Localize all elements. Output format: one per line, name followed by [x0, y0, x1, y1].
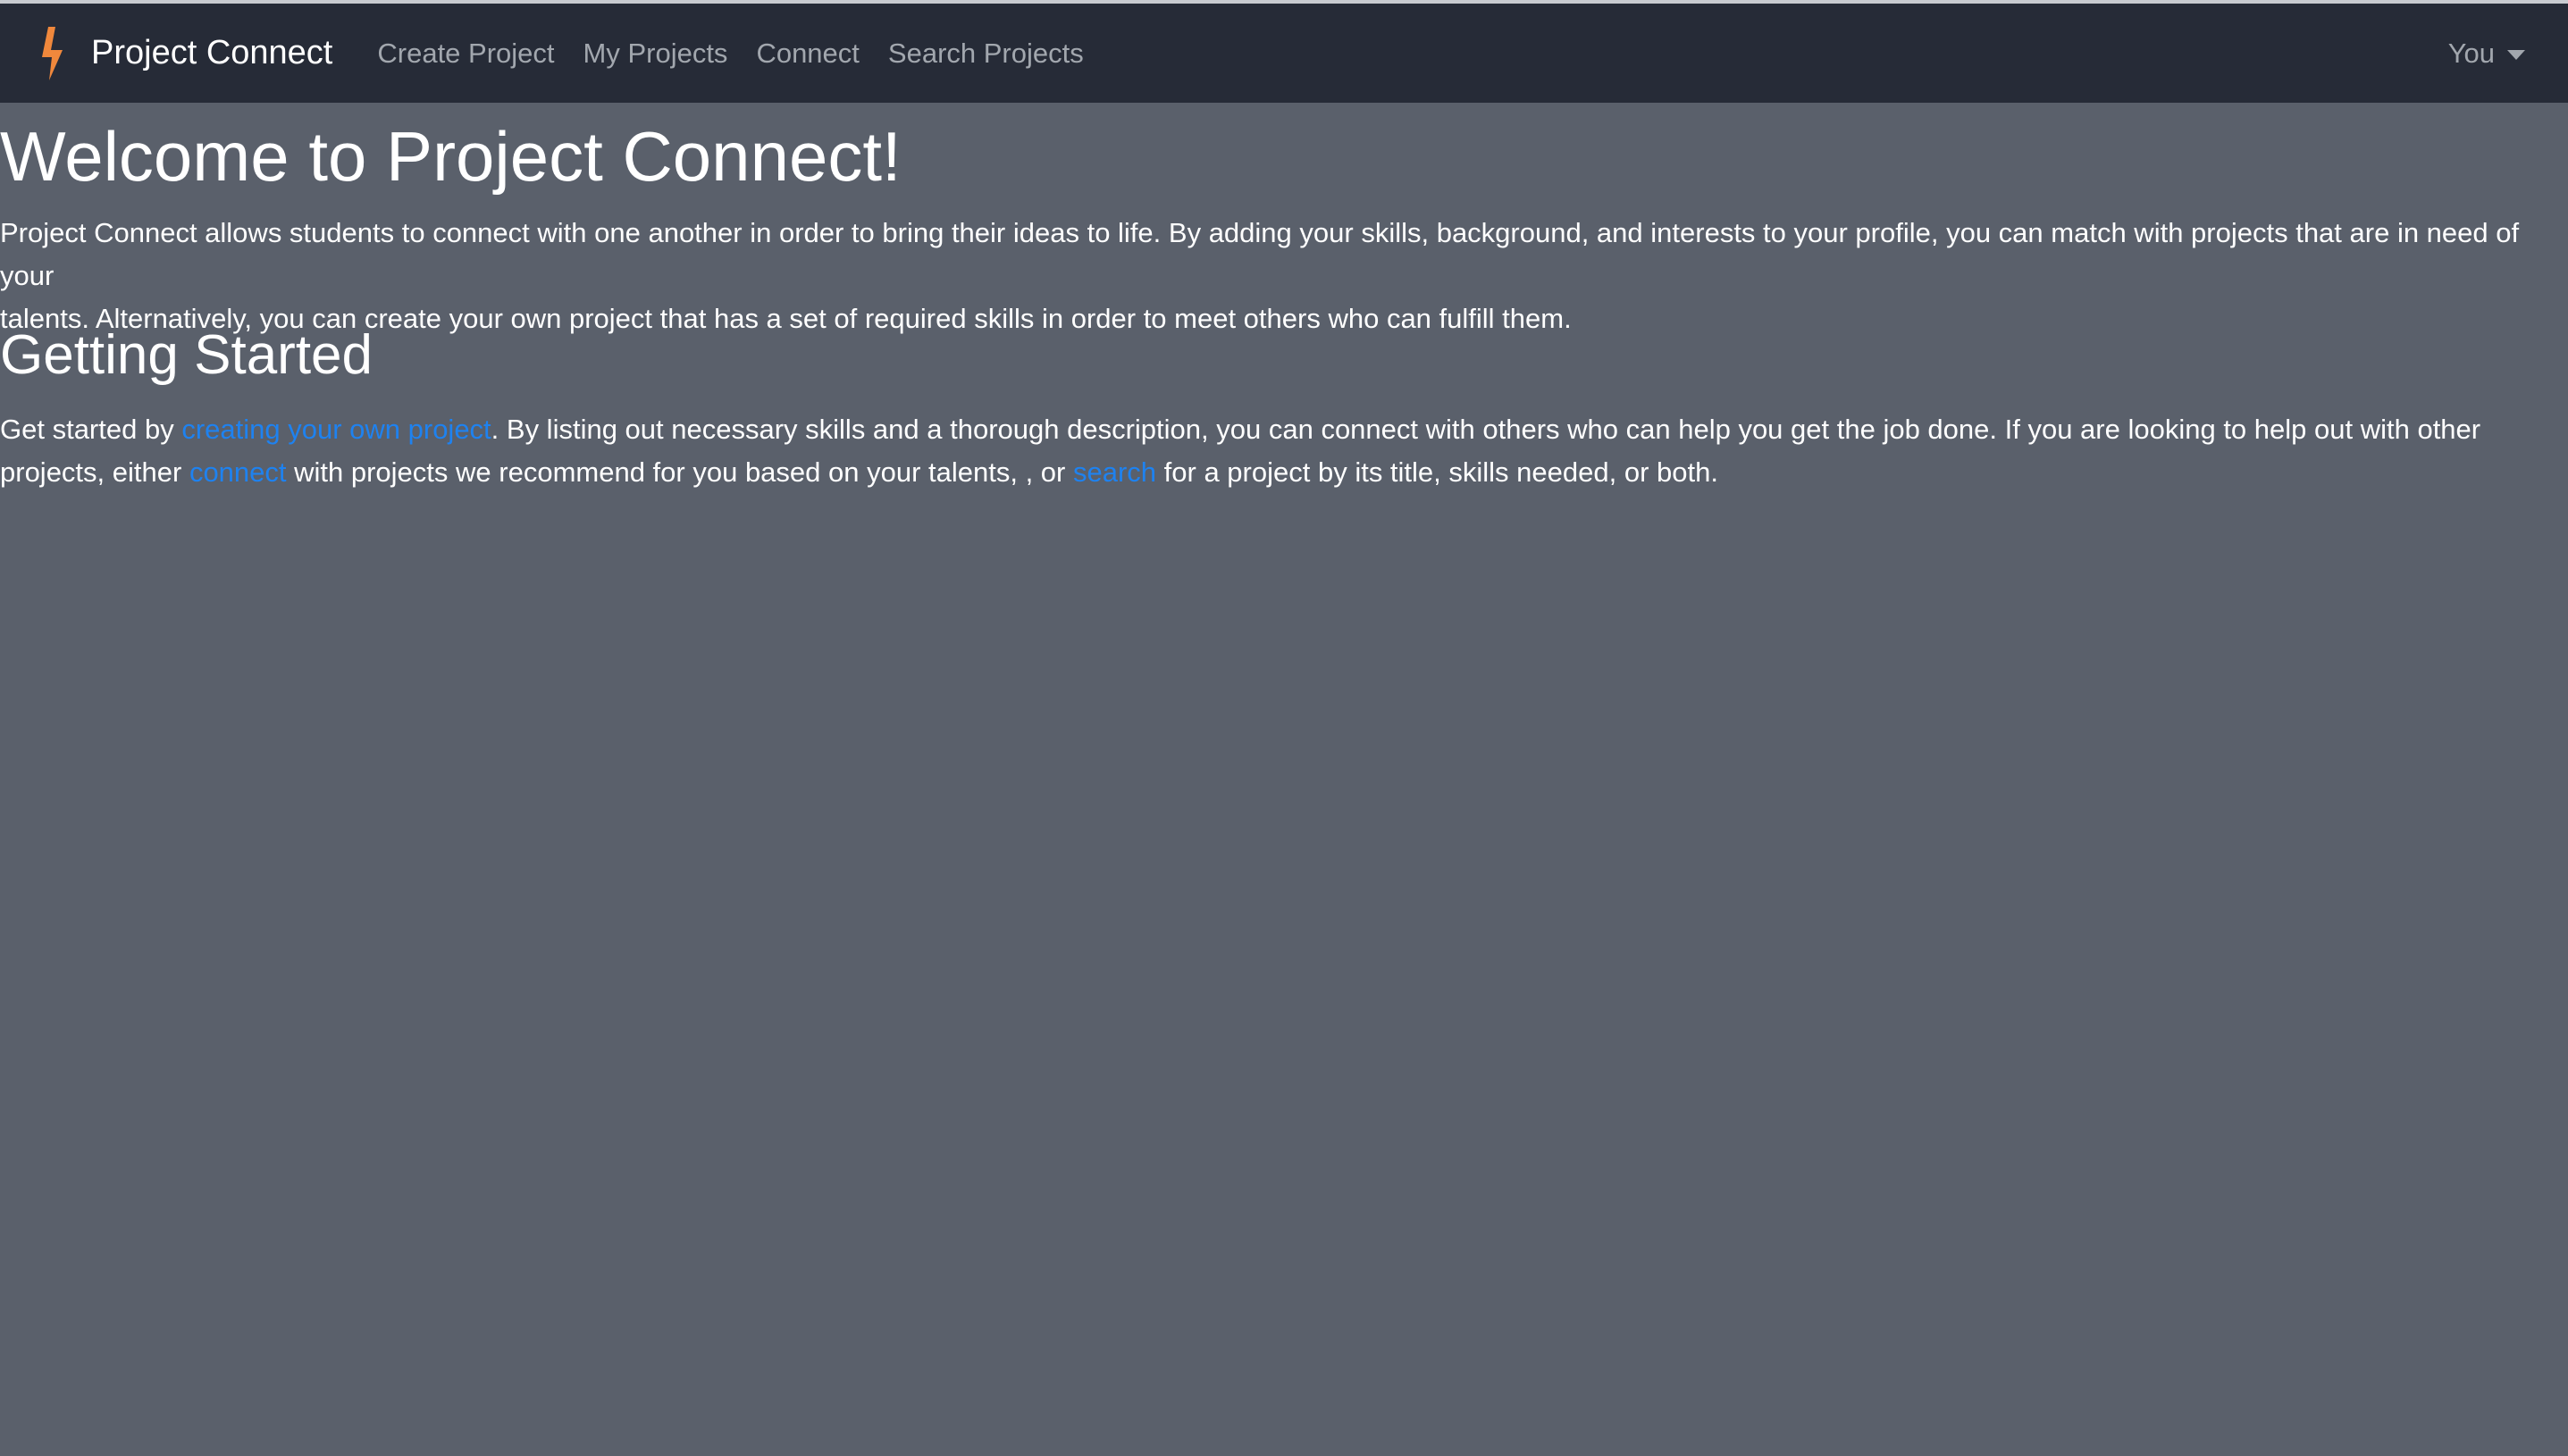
user-menu-dropdown[interactable]: You: [2448, 4, 2525, 103]
lightning-bolt-icon: [36, 25, 71, 82]
connect-link[interactable]: connect: [189, 456, 287, 488]
nav-links: Create Project My Projects Connect Searc…: [377, 38, 1112, 70]
brand-name: Project Connect: [91, 34, 333, 71]
section-title-getting-started: Getting Started: [0, 324, 373, 386]
nav-link-my-projects[interactable]: My Projects: [583, 38, 728, 70]
brand[interactable]: Project Connect: [36, 25, 332, 82]
getting-started-text-3: projects, either: [0, 456, 189, 488]
nav-link-create-project[interactable]: Create Project: [377, 38, 554, 70]
create-project-link[interactable]: creating your own project: [181, 414, 491, 445]
nav-link-connect[interactable]: Connect: [756, 38, 859, 70]
getting-started-text-1: Get started by: [0, 414, 182, 445]
page-title: Welcome to Project Connect!: [0, 117, 902, 196]
nav-link-search-projects[interactable]: Search Projects: [888, 38, 1084, 70]
user-menu-label: You: [2447, 37, 2495, 69]
intro-line-1: Project Connect allows students to conne…: [0, 217, 2520, 291]
getting-started-text-5: for a project by its title, skills neede…: [1156, 456, 1718, 488]
getting-started-text-2: . By listing out necessary skills and a …: [491, 414, 2481, 445]
search-link[interactable]: search: [1073, 456, 1156, 488]
navbar: Project Connect Create Project My Projec…: [0, 4, 2568, 103]
getting-started-paragraph: Get started by creating your own project…: [0, 408, 2502, 494]
getting-started-text-4: with projects we recommend for you based…: [286, 456, 1073, 488]
intro-paragraph: Project Connect allows students to conne…: [0, 212, 2568, 340]
caret-down-icon: [2507, 49, 2525, 60]
